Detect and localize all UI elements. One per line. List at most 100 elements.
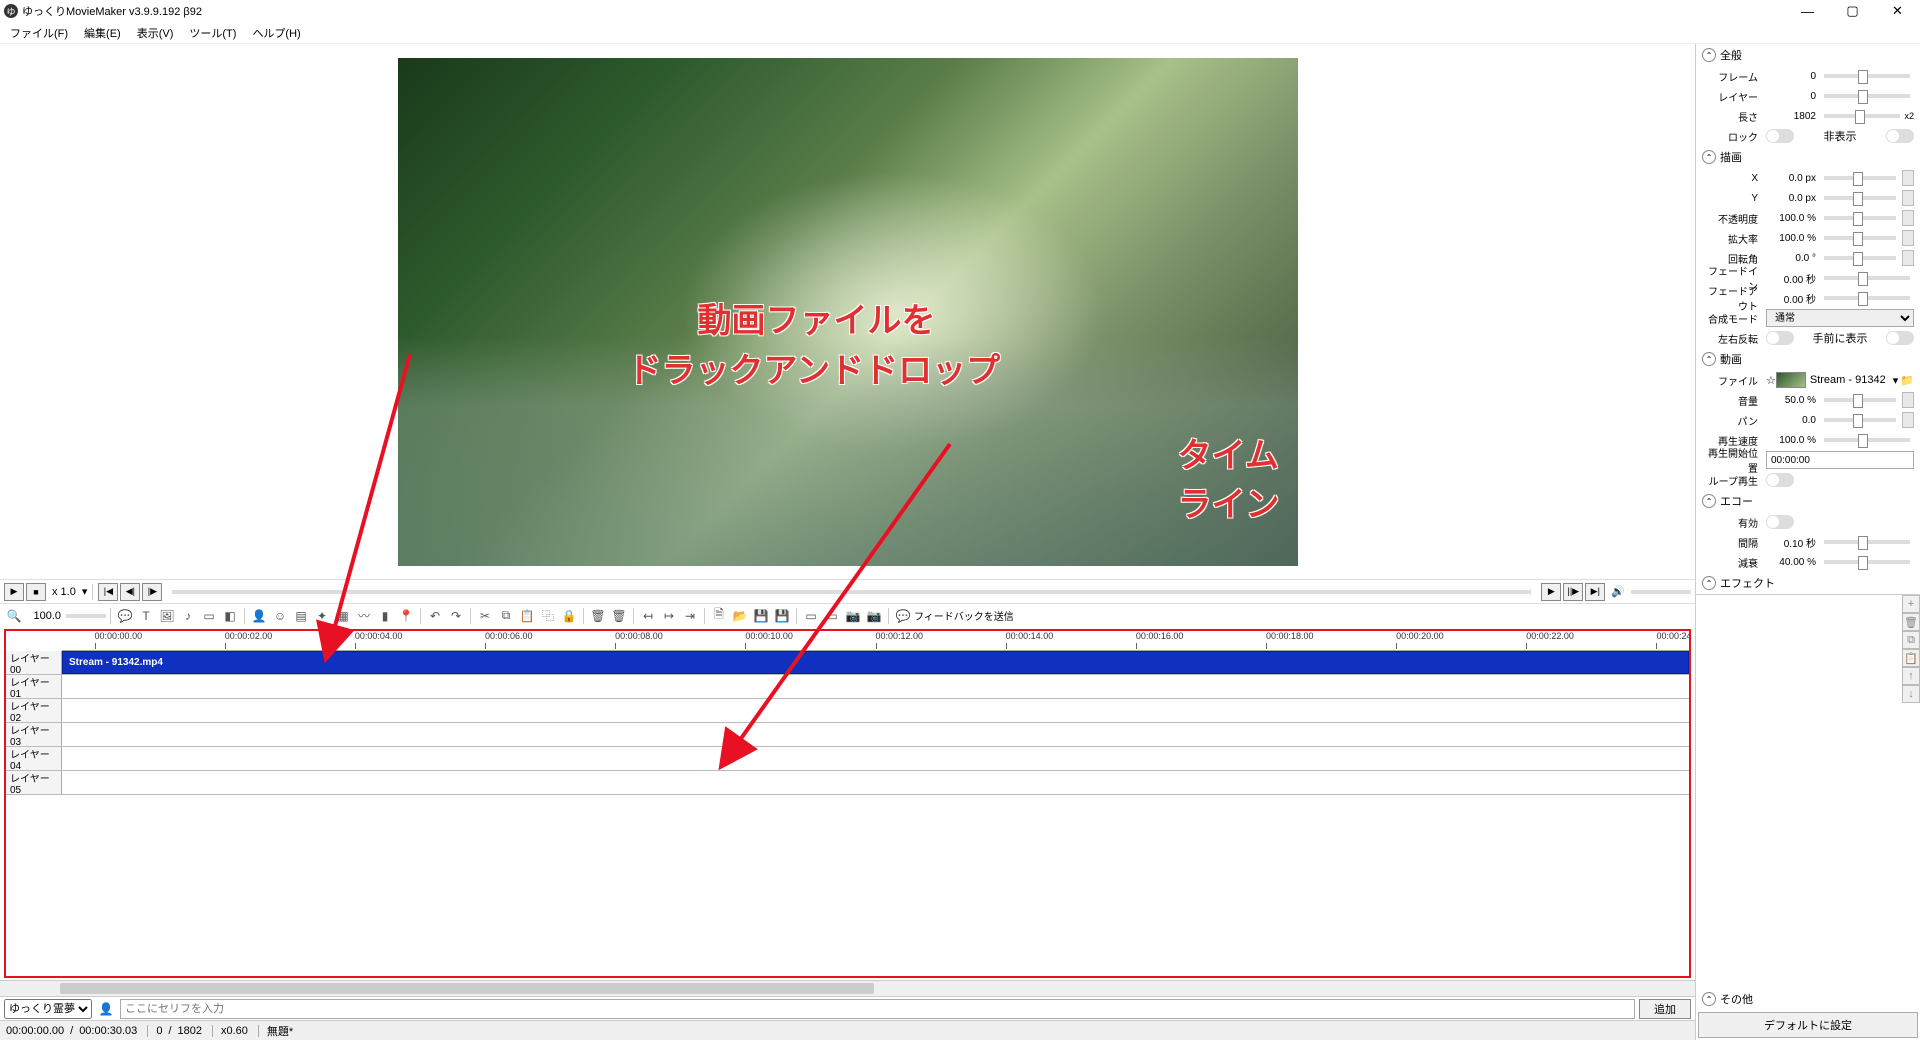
dup-icon[interactable]: ⿻ <box>538 606 558 626</box>
marker-icon[interactable]: 📍 <box>396 606 416 626</box>
menu-help[interactable]: ヘルプ(H) <box>244 23 308 43</box>
serif-input[interactable] <box>120 999 1635 1019</box>
zoom-slider[interactable] <box>66 614 106 618</box>
menu-tool[interactable]: ツール(T) <box>181 23 244 43</box>
video-icon[interactable]: ▭ <box>199 606 219 626</box>
fx-down-icon[interactable]: ↓ <box>1902 685 1920 703</box>
loop-toggle[interactable] <box>1766 473 1794 487</box>
y-slider[interactable] <box>1824 196 1896 200</box>
decay-slider[interactable] <box>1824 560 1910 564</box>
lock-toggle[interactable] <box>1766 129 1794 143</box>
chevron-icon[interactable]: ⌃ <box>1702 576 1716 590</box>
timeline-hscroll[interactable] <box>0 980 1695 996</box>
keyframe-icon[interactable] <box>1902 210 1914 226</box>
chevron-icon[interactable]: ⌃ <box>1702 494 1716 508</box>
lock-icon[interactable]: 🔒 <box>559 606 579 626</box>
export-icon[interactable]: ▭ <box>801 606 821 626</box>
menu-view[interactable]: 表示(V) <box>129 23 182 43</box>
text-t-icon[interactable]: T <box>136 606 156 626</box>
start-input[interactable] <box>1766 451 1914 469</box>
char-icon[interactable]: 👤 <box>249 606 269 626</box>
split-icon[interactable]: ▮ <box>375 606 395 626</box>
seek-next-button[interactable]: |▶ <box>142 583 162 601</box>
chevron-icon[interactable]: ⌃ <box>1702 48 1716 62</box>
keyframe-icon[interactable] <box>1902 392 1914 408</box>
image-icon[interactable]: 🖼 <box>157 606 177 626</box>
track-3[interactable] <box>62 723 1689 746</box>
fx-icon[interactable]: ✦ <box>312 606 332 626</box>
delete-icon[interactable]: 🗑 <box>588 606 608 626</box>
front-toggle[interactable] <box>1886 331 1914 345</box>
seek-prev-button[interactable]: ◀| <box>120 583 140 601</box>
hide-toggle[interactable] <box>1886 129 1914 143</box>
shape-icon[interactable]: ◧ <box>220 606 240 626</box>
volume-slider[interactable] <box>1631 590 1691 594</box>
speed-dropdown-icon[interactable]: ▾ <box>82 585 88 598</box>
keyframe-icon[interactable] <box>1902 250 1914 266</box>
seek-slider[interactable] <box>172 590 1531 594</box>
menu-file[interactable]: ファイル(F) <box>2 23 76 43</box>
keyframe-icon[interactable] <box>1902 230 1914 246</box>
undo-icon[interactable]: ↶ <box>425 606 445 626</box>
pause-button[interactable]: ||▶ <box>1563 583 1583 601</box>
align-icon[interactable]: ⇥ <box>680 606 700 626</box>
layer-slider[interactable] <box>1824 94 1910 98</box>
track-4[interactable] <box>62 747 1689 770</box>
track-2[interactable] <box>62 699 1689 722</box>
copy-icon[interactable]: ⧉ <box>496 606 516 626</box>
add-button[interactable]: 追加 <box>1639 999 1691 1019</box>
delete2-icon[interactable]: 🗑 <box>609 606 629 626</box>
chevron-icon[interactable]: ⌃ <box>1702 352 1716 366</box>
text-icon[interactable]: 💬 <box>115 606 135 626</box>
length-slider[interactable] <box>1824 114 1900 118</box>
keyframe-icon[interactable] <box>1902 412 1914 428</box>
fx-add-icon[interactable]: + <box>1902 595 1920 613</box>
wave-icon[interactable]: 〰 <box>354 606 374 626</box>
volume-slider[interactable] <box>1824 398 1896 402</box>
fx-remove-icon[interactable]: 🗑 <box>1902 613 1920 631</box>
menu-edit[interactable]: 編集(E) <box>76 23 129 43</box>
echo-toggle[interactable] <box>1766 515 1794 529</box>
export2-icon[interactable]: ▭ <box>822 606 842 626</box>
timeline-ruler[interactable]: 00:00:00.00 00:00:02.00 00:00:04.00 00:0… <box>62 631 1689 651</box>
layer-label-0[interactable]: レイヤー 00 <box>6 651 62 674</box>
x-slider[interactable] <box>1824 176 1896 180</box>
fx-paste-icon[interactable]: 📋 <box>1902 649 1920 667</box>
interval-slider[interactable] <box>1824 540 1910 544</box>
keyframe-icon[interactable] <box>1902 190 1914 206</box>
snapshot-icon[interactable]: 📷 <box>843 606 863 626</box>
volume-icon[interactable]: 🔊 <box>1611 585 1625 598</box>
layer-label-5[interactable]: レイヤー 05 <box>6 771 62 794</box>
star-icon[interactable]: ☆ <box>1766 374 1776 387</box>
saveas-icon[interactable]: 💾 <box>772 606 792 626</box>
minimize-button[interactable]: ― <box>1785 0 1830 22</box>
scale-slider[interactable] <box>1824 236 1896 240</box>
skip-end-button[interactable]: ▶| <box>1585 583 1605 601</box>
set-default-button[interactable]: デフォルトに設定 <box>1698 1012 1918 1038</box>
pan-slider[interactable] <box>1824 418 1896 422</box>
chevron-icon[interactable]: ⌃ <box>1702 992 1716 1006</box>
cut-icon[interactable]: ✂ <box>475 606 495 626</box>
face-icon[interactable]: ☺ <box>270 606 290 626</box>
screenshot-icon[interactable]: 📷 <box>864 606 884 626</box>
keyframe-icon[interactable] <box>1902 170 1914 186</box>
group-icon[interactable]: ▦ <box>333 606 353 626</box>
paste-icon[interactable]: 📋 <box>517 606 537 626</box>
rotation-slider[interactable] <box>1824 256 1896 260</box>
audio-icon[interactable]: ♪ <box>178 606 198 626</box>
speed-slider[interactable] <box>1824 438 1910 442</box>
close-button[interactable]: ✕ <box>1875 0 1920 22</box>
fadeout-slider[interactable] <box>1824 296 1910 300</box>
track-0[interactable]: Stream - 91342.mp4 <box>62 651 1689 674</box>
frame-slider[interactable] <box>1824 74 1910 78</box>
seek-start-button[interactable]: |◀ <box>98 583 118 601</box>
track-5[interactable] <box>62 771 1689 794</box>
maximize-button[interactable]: ▢ <box>1830 0 1875 22</box>
blend-select[interactable]: 通常 <box>1766 309 1914 327</box>
char-config-icon[interactable]: 👤 <box>96 999 116 1019</box>
layer-label-4[interactable]: レイヤー 04 <box>6 747 62 770</box>
layer-label-3[interactable]: レイヤー 03 <box>6 723 62 746</box>
align-left-icon[interactable]: ↤ <box>638 606 658 626</box>
dropdown-icon[interactable]: ▾ <box>1893 374 1899 387</box>
layer-label-1[interactable]: レイヤー 01 <box>6 675 62 698</box>
